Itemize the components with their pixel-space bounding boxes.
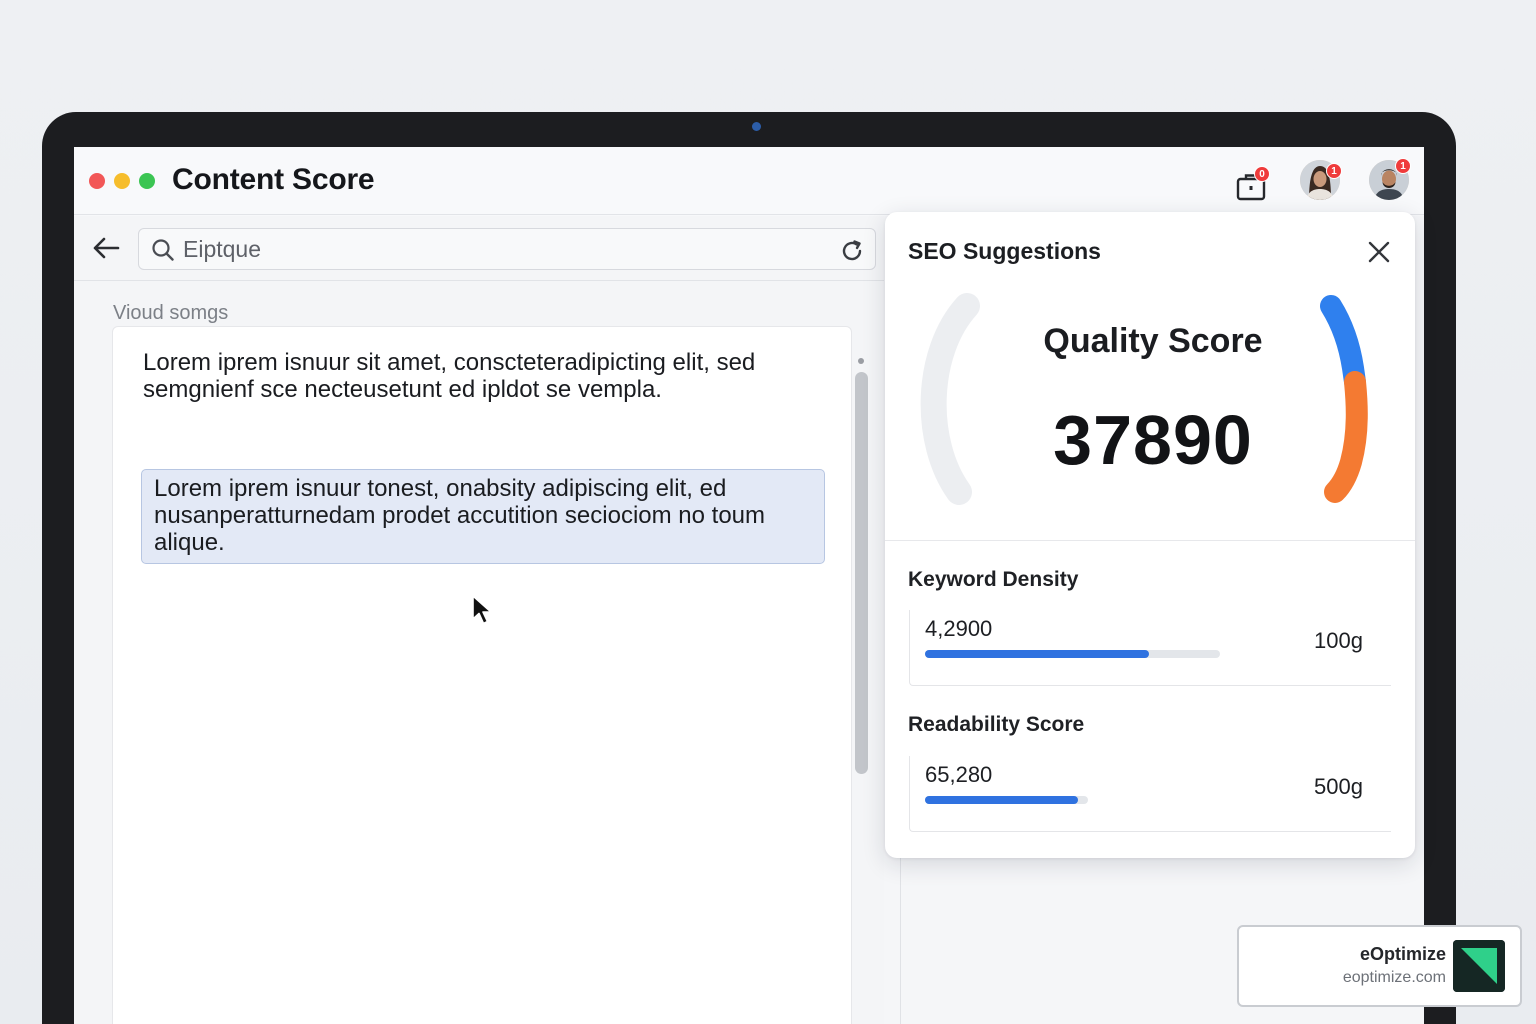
keyword-density-value: 4,2900	[925, 616, 993, 641]
keyword-density-title: Keyword Density	[908, 568, 1079, 591]
document-card[interactable]: Lorem iprem isnuur sit amet, consctetera…	[112, 326, 852, 1024]
readability-score-target: 500g	[1314, 774, 1363, 799]
window-minimize-dot[interactable]	[114, 173, 130, 189]
arrow-left-icon	[93, 237, 120, 259]
readability-score-value: 65,280	[925, 762, 993, 787]
search-bar[interactable]	[138, 228, 876, 270]
window-close-dot[interactable]	[89, 173, 105, 189]
editor-scrollbar[interactable]	[854, 356, 868, 1024]
section-label: Vioud somgs	[113, 302, 229, 324]
brand-logo-icon	[1453, 940, 1505, 992]
briefcase-badge: 0	[1254, 166, 1270, 182]
keyword-density-bar	[925, 650, 1220, 658]
avatar-user-1[interactable]: 1	[1300, 160, 1342, 200]
search-icon	[152, 239, 174, 261]
readability-score-bar-fill	[925, 796, 1079, 804]
avatar-user-2[interactable]: 1	[1369, 158, 1411, 200]
editor-pane: Vioud somgs Lorem iprem isnuur sit amet,…	[74, 216, 884, 1024]
camera-dot	[752, 122, 761, 131]
back-button[interactable]	[90, 234, 124, 264]
keyword-density-box: 4,2900 100g	[909, 610, 1391, 686]
app-title: Content Score	[172, 163, 375, 196]
brand-url: eoptimize.com	[1342, 969, 1446, 986]
mouse-cursor-icon	[472, 595, 492, 625]
brand-name: eOptimize	[1359, 944, 1446, 964]
readability-score-box: 65,280 500g	[909, 756, 1391, 832]
brand-card[interactable]: eOptimize eoptimize.com	[1237, 925, 1522, 1007]
title-bar: Content Score 0 1 1	[74, 147, 1424, 215]
readability-score-title: Readability Score	[908, 713, 1085, 736]
pane-divider	[900, 856, 901, 1024]
panel-title: SEO Suggestions	[908, 238, 1101, 264]
close-button[interactable]	[1365, 238, 1393, 266]
keyword-density-bar-fill	[925, 650, 1150, 658]
panel-divider	[885, 540, 1415, 541]
quality-score-value: 37890	[1053, 401, 1253, 479]
avatar-1-badge: 1	[1326, 163, 1342, 179]
close-icon	[1368, 241, 1390, 263]
readability-score-bar	[925, 796, 1088, 804]
refresh-icon[interactable]	[839, 238, 865, 264]
avatar-2-badge: 1	[1395, 158, 1411, 174]
window-maximize-dot[interactable]	[139, 173, 155, 189]
scroll-thumb[interactable]	[855, 372, 868, 774]
paragraph-2-selected[interactable]: Lorem iprem isnuur tonest, onabsity adip…	[141, 469, 825, 564]
search-input[interactable]	[183, 235, 823, 263]
toolbar-divider	[74, 280, 884, 281]
scroll-indicator	[858, 358, 864, 364]
briefcase-button[interactable]: 0	[1232, 166, 1272, 207]
quality-score-label: Quality Score	[1043, 322, 1263, 360]
seo-suggestions-panel: SEO Suggestions Quality Score 37890 Keyw…	[885, 212, 1415, 858]
paragraph-1[interactable]: Lorem iprem isnuur sit amet, consctetera…	[143, 349, 803, 403]
keyword-density-target: 100g	[1314, 628, 1363, 653]
